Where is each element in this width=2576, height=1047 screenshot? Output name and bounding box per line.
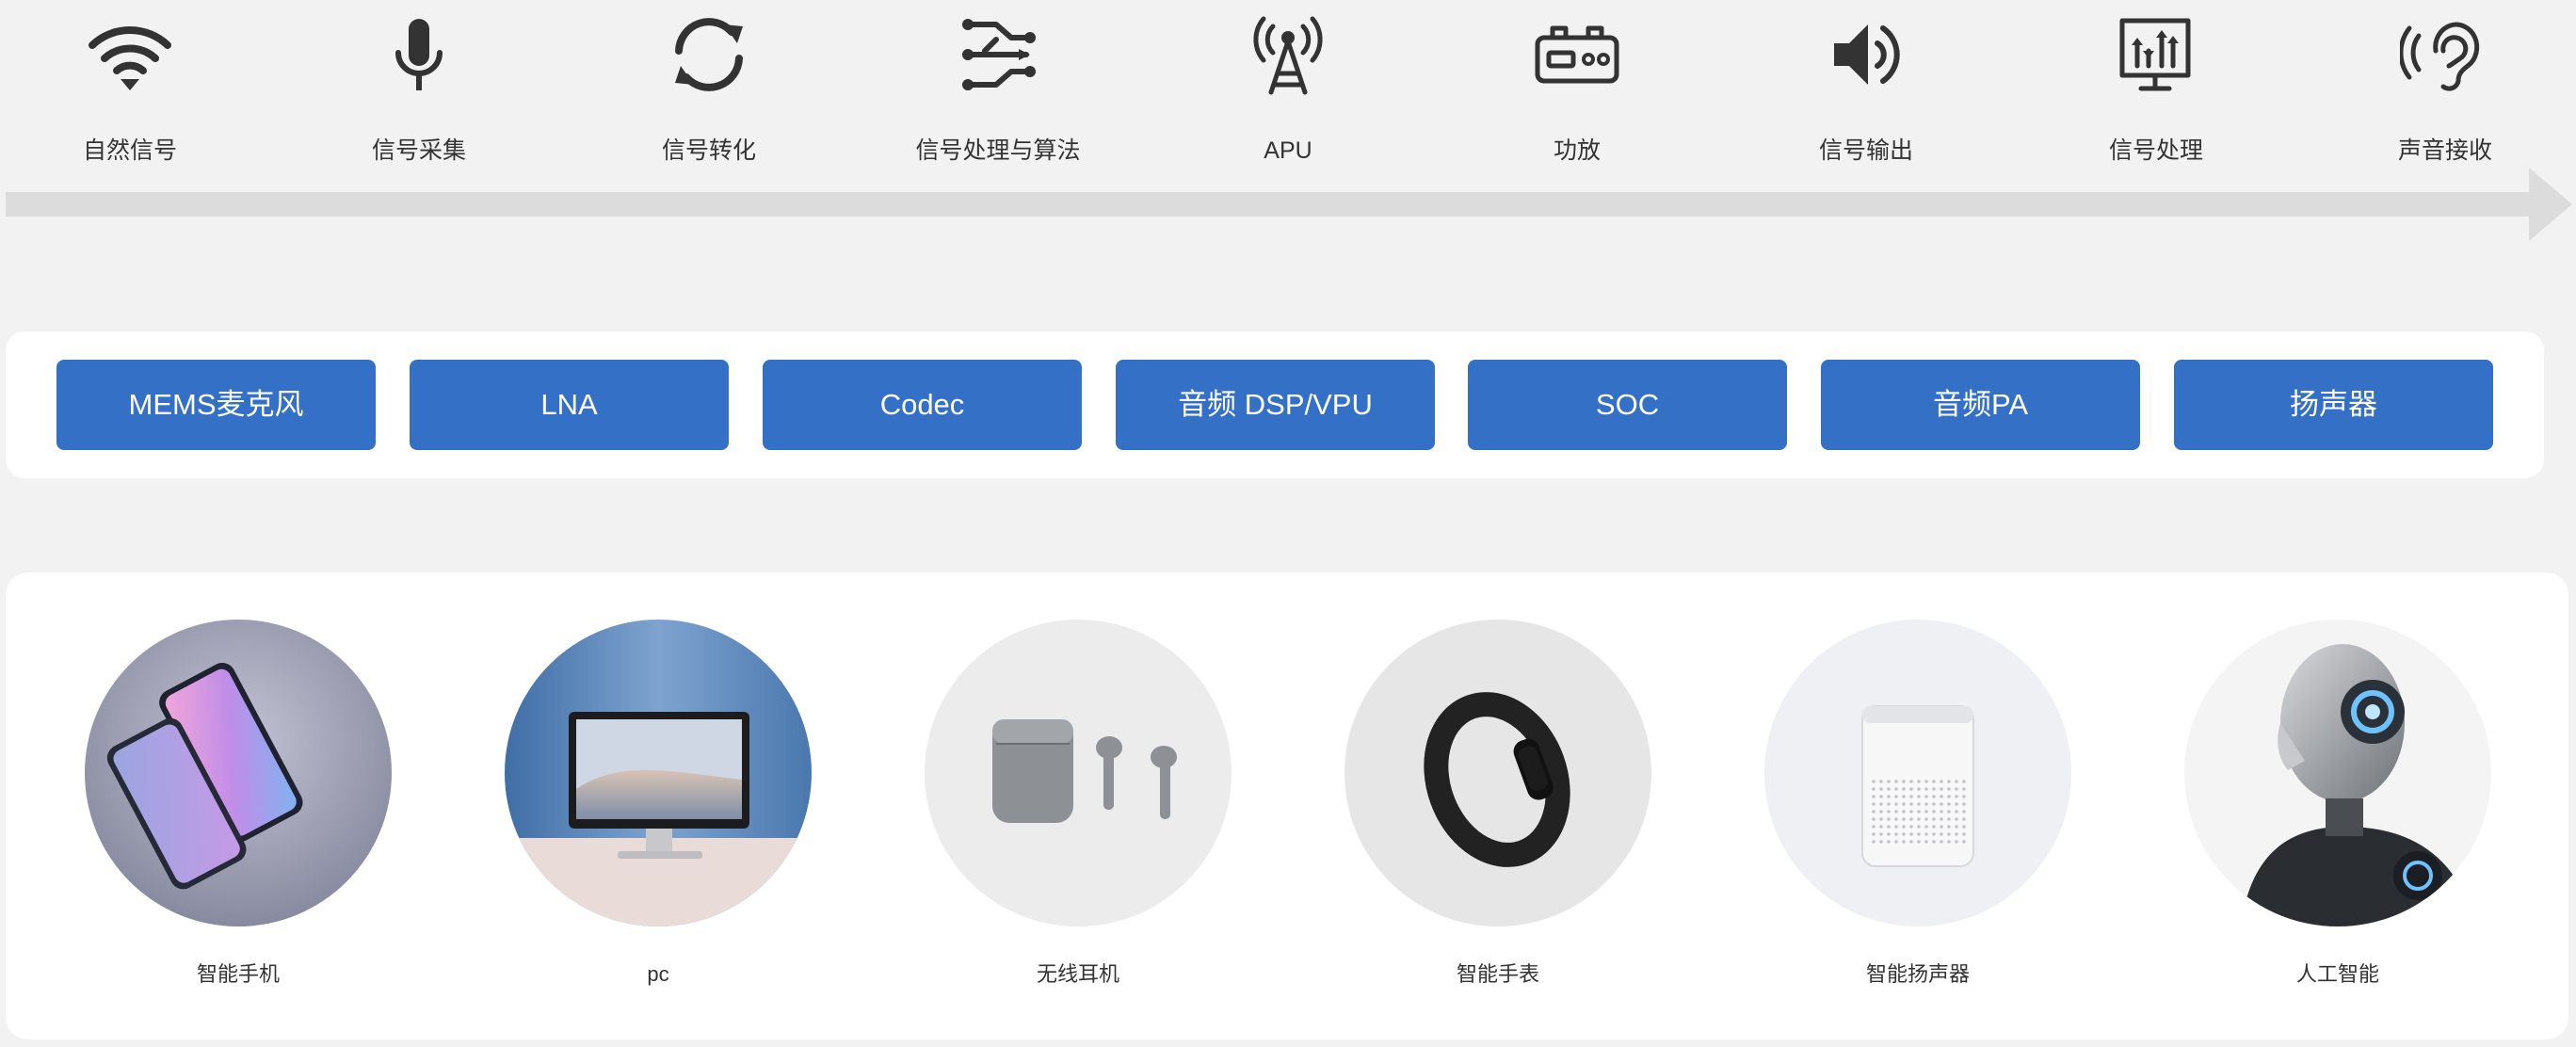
application-label: 无线耳机 xyxy=(1036,962,1119,986)
stage-sound-reception: 声音接收 xyxy=(2323,13,2568,168)
speaker-volume-icon xyxy=(1821,13,1911,96)
stage-label: 自然信号 xyxy=(82,137,177,164)
smart-band-photo xyxy=(1344,620,1651,926)
application-label: 智能扬声器 xyxy=(1865,962,1970,986)
wireless-earbuds-photo xyxy=(925,620,1232,926)
stage-label: 信号转化 xyxy=(661,137,756,164)
wifi-signal-icon xyxy=(85,13,175,96)
amplifier-icon xyxy=(1532,13,1622,96)
stage-apu: APU xyxy=(1166,13,1410,168)
application-label: 人工智能 xyxy=(2295,962,2379,986)
application-wireless-earbuds: 无线耳机 xyxy=(925,620,1232,989)
stage-label: 声音接收 xyxy=(2397,137,2492,164)
stage-label: 信号处理 xyxy=(2108,137,2203,164)
smart-speaker-photo xyxy=(1764,620,2071,926)
component-speaker: 扬声器 xyxy=(2174,360,2493,450)
component-soc: SOC xyxy=(1468,360,1787,450)
stage-signal-conversion: 信号转化 xyxy=(587,13,831,168)
refresh-cycle-icon xyxy=(664,13,754,96)
smartphones-photo xyxy=(85,620,392,926)
stage-label: APU xyxy=(1264,137,1312,164)
application-label: 智能手表 xyxy=(1456,962,1539,986)
application-label: 智能手机 xyxy=(196,962,280,986)
equalizer-monitor-icon xyxy=(2111,13,2201,96)
applications-panel: 智能手机 pc 无线耳机 智能手表 智能扬声器 人工智能 xyxy=(6,572,2568,1039)
stage-signal-output: 信号输出 xyxy=(1744,13,1988,168)
stage-signal-handling: 信号处理 xyxy=(2034,13,2278,168)
application-smart-watch: 智能手表 xyxy=(1344,620,1651,989)
desktop-monitor-photo xyxy=(505,620,812,926)
component-mems-microphone: MEMS麦克风 xyxy=(56,360,376,450)
application-label: pc xyxy=(647,962,669,986)
radio-tower-icon xyxy=(1243,13,1333,96)
ear-hearing-icon xyxy=(2400,13,2490,96)
components-panel: MEMS麦克风 LNA Codec 音频 DSP/VPU SOC 音频PA 扬声… xyxy=(6,331,2544,478)
flow-arrow xyxy=(6,168,2572,243)
component-lna: LNA xyxy=(410,360,729,450)
application-artificial-intelligence: 人工智能 xyxy=(2184,620,2491,989)
stage-label: 信号采集 xyxy=(371,137,466,164)
stage-amplifier: 功放 xyxy=(1455,13,1699,168)
stage-label: 功放 xyxy=(1553,137,1601,164)
stage-signal-capture: 信号采集 xyxy=(297,13,541,168)
component-audio-pa: 音频PA xyxy=(1821,360,2140,450)
application-smartphone: 智能手机 xyxy=(85,620,392,989)
application-smart-speaker: 智能扬声器 xyxy=(1764,620,2071,989)
signal-chain-stages: 自然信号 信号采集 信号转化 信号处理与算法 APU 功放 信号输出 信号处理 … xyxy=(0,0,2576,169)
stage-label: 信号处理与算法 xyxy=(915,137,1081,164)
stage-natural-signal: 自然信号 xyxy=(8,13,252,168)
humanoid-robot-photo xyxy=(2184,620,2491,926)
microphone-icon xyxy=(374,13,464,96)
stage-signal-processing-algorithm: 信号处理与算法 xyxy=(876,13,1120,168)
application-pc: pc xyxy=(505,620,812,989)
component-audio-dsp-vpu: 音频 DSP/VPU xyxy=(1116,360,1435,450)
component-codec: Codec xyxy=(763,360,1082,450)
circuit-branch-icon xyxy=(953,13,1043,96)
stage-label: 信号输出 xyxy=(1818,137,1913,164)
